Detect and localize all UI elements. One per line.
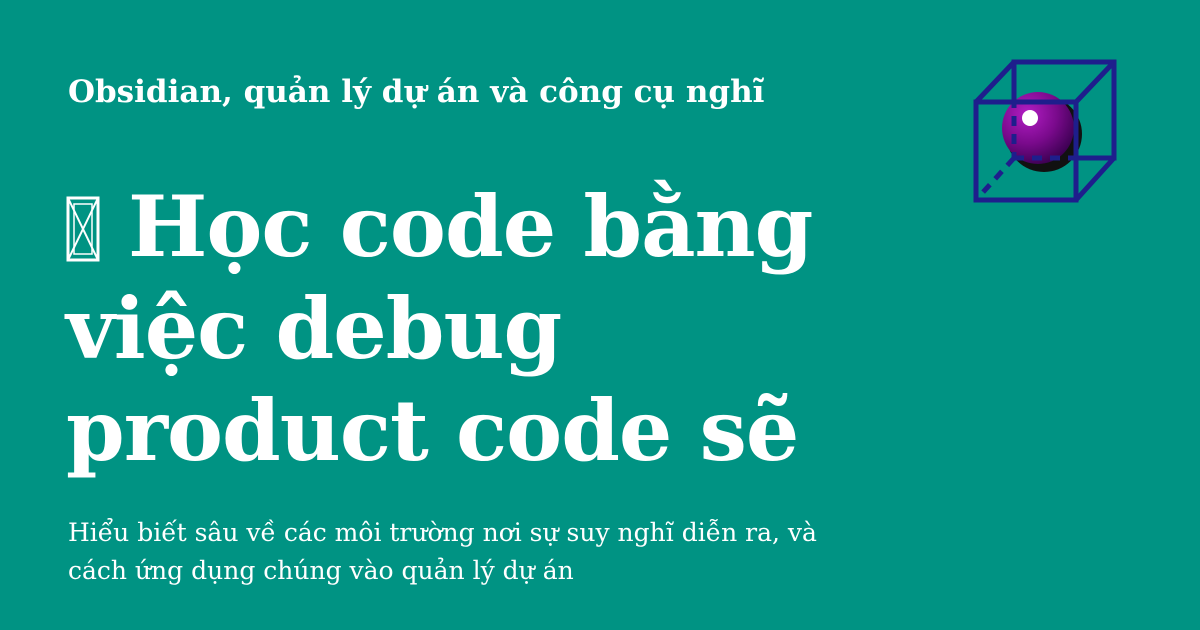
cube-sphere-logo-icon — [962, 52, 1128, 212]
title-line-3: product code sẽ — [66, 381, 799, 480]
subtitle-line-2: cách ứng dụng chúng vào quản lý dự án — [68, 556, 574, 585]
title-line-1-text: Học code bằng — [128, 177, 813, 276]
page-title: Học code bằng việc debug product code sẽ — [66, 176, 926, 482]
subtitle-line-1: Hiểu biết sâu về các môi trường nơi sự s… — [68, 518, 817, 547]
title-line-2: việc debug — [66, 279, 562, 378]
title-line-1: Học code bằng — [66, 176, 926, 278]
missing-glyph-icon — [66, 196, 100, 262]
kicker-text: Obsidian, quản lý dự án và công cụ nghĩ — [68, 74, 765, 110]
subtitle: Hiểu biết sâu về các môi trường nơi sự s… — [68, 514, 888, 590]
